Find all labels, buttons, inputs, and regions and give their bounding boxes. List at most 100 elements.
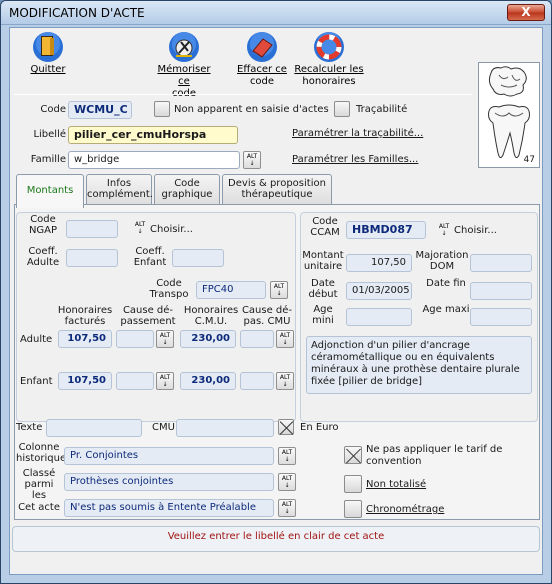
tracabilite-checkbox[interactable] [334, 101, 350, 117]
classe-alt-button[interactable]: ALT ↓ [278, 473, 296, 491]
ngap-choisir-link[interactable]: Choisir... [150, 224, 193, 235]
recalc-label-2: honoraires [302, 76, 356, 87]
recalc-label-1: Recalculer les [294, 64, 364, 75]
cet-acte-field[interactable]: N'est pas soumis à Entente Préalable [64, 499, 274, 517]
cet-acte-alt-button[interactable]: ALT ↓ [278, 499, 296, 517]
enfant-cmu-field[interactable]: 230,00 [180, 372, 236, 390]
tab-infos[interactable]: Infos complément. [86, 174, 153, 204]
non-apparent-label: Non apparent en saisie d'actes [174, 104, 329, 115]
ngap-alt-button[interactable]: ALT ↓ [134, 221, 146, 235]
adulte-cmu-field[interactable]: 230,00 [180, 330, 236, 348]
code-ccam-field[interactable]: HBMD087 [346, 221, 426, 239]
save-label-1: Mémoriser ce [157, 64, 211, 87]
arrow-down-icon: ↓ [441, 230, 447, 237]
age-maxi-field[interactable] [470, 308, 532, 326]
alt-label: ALT [246, 153, 258, 160]
en-euro-label: En Euro [300, 422, 339, 433]
col-honoraires-factures: Honoraires facturés [57, 305, 113, 327]
texte-field[interactable] [46, 419, 142, 437]
tracabilite-label: Traçabilité [356, 104, 408, 115]
erase-label-2: code [249, 76, 275, 87]
save-icon [169, 32, 199, 62]
alt-label: ALT [281, 475, 293, 482]
ccam-choisir-link[interactable]: Choisir... [454, 225, 497, 236]
alt-label: ALT [438, 223, 450, 230]
date-debut-field[interactable]: 01/03/2005 [346, 282, 412, 300]
recalc-button[interactable]: Recalculer les honoraires [292, 30, 366, 88]
code-transpo-field[interactable]: FPC40 [196, 281, 266, 299]
age-mini-label: Age mini [312, 304, 334, 326]
coeff-adulte-field[interactable] [66, 249, 118, 267]
arrow-down-icon: ↓ [276, 290, 282, 297]
en-euro-checkbox[interactable] [278, 419, 294, 435]
coeff-enfant-field[interactable] [172, 249, 224, 267]
alt-label: ALT [281, 501, 293, 508]
window-title: MODIFICATION D'ACTE [9, 6, 145, 20]
date-fin-field[interactable] [470, 282, 532, 300]
cmu-field[interactable] [176, 419, 274, 437]
enfant-cause-alt-button[interactable]: ALT ↓ [156, 372, 174, 390]
transpo-alt-button[interactable]: ALT ↓ [270, 281, 288, 299]
libelle-field[interactable]: pilier_cer_cmuHorspa [68, 126, 238, 144]
erase-label-1: Effacer ce [237, 64, 287, 75]
tooth-number: 47 [523, 155, 535, 165]
classe-parmi-label: Classé parmi les [22, 468, 56, 501]
arrow-down-icon: ↓ [282, 381, 288, 388]
montant-field[interactable]: 107,50 [346, 254, 412, 272]
non-totalise-checkbox[interactable] [344, 475, 362, 493]
enfant-honoraires-field[interactable]: 107,50 [58, 372, 112, 390]
alt-label: ALT [273, 283, 285, 290]
tab-montants[interactable]: Montants [16, 174, 84, 208]
adulte-label: Adulte [20, 334, 53, 345]
arrow-down-icon: ↓ [162, 381, 168, 388]
alt-label: ALT [279, 374, 291, 381]
alt-label: ALT [281, 449, 293, 456]
colonne-alt-button[interactable]: ALT ↓ [278, 447, 296, 465]
libelle-label: Libellé [33, 129, 66, 140]
adulte-cause-field[interactable] [116, 330, 154, 348]
ne-pas-appliquer-checkbox[interactable] [344, 446, 362, 464]
adulte-cause-alt-button[interactable]: ALT ↓ [156, 330, 174, 348]
non-totalise-label: Non totalisé [366, 479, 427, 490]
title-bar[interactable]: MODIFICATION D'ACTE X [1, 1, 551, 25]
tab-devis[interactable]: Devis & proposition thérapeutique [222, 174, 332, 204]
non-apparent-checkbox[interactable] [154, 101, 170, 117]
status-bar: Veuillez entrer le libellé en clair de c… [12, 526, 540, 552]
tab-devis-label: Devis & proposition thérapeutique [228, 178, 326, 200]
age-mini-field[interactable] [346, 308, 412, 326]
param-familles-link[interactable]: Paramétrer les Familles... [292, 154, 418, 165]
col-cause-depas-cmu: Cause dé-pas. CMU [241, 305, 293, 327]
code-field[interactable]: WCMU_C [68, 101, 132, 119]
enfant-cause-field[interactable] [116, 372, 154, 390]
erase-code-button[interactable]: Effacer ce code [232, 30, 292, 88]
save-code-button[interactable]: Mémoriser ce code [154, 30, 214, 100]
adulte-honoraires-field[interactable]: 107,50 [58, 330, 112, 348]
close-button[interactable]: X [507, 4, 545, 21]
tab-code-graphique[interactable]: Code graphique [154, 174, 220, 204]
majoration-field[interactable] [470, 254, 532, 272]
param-tracabilite-link[interactable]: Paramétrer la traçabilité... [292, 128, 423, 139]
enfant-cause-cmu-alt-button[interactable]: ALT ↓ [276, 372, 294, 390]
chronometrage-checkbox[interactable] [344, 500, 362, 518]
classe-parmi-field[interactable]: Prothèses conjointes [64, 473, 274, 491]
colonne-historique-field[interactable]: Pr. Conjointes [64, 447, 274, 465]
code-ngap-field[interactable] [66, 220, 118, 238]
arrow-down-icon: ↓ [284, 508, 290, 515]
quit-label: Quitter [30, 64, 66, 75]
window: MODIFICATION D'ACTE X Quitter Mémoriser … [0, 0, 552, 584]
adulte-cause-cmu-field[interactable] [240, 330, 274, 348]
tab-code-graphique-label: Code graphique [161, 178, 213, 200]
coeff-enfant-label: Coeff. Enfant [133, 246, 167, 268]
arrow-down-icon: ↓ [284, 482, 290, 489]
ccam-description[interactable]: Adjonction d'un pilier d'ancrage céramom… [306, 336, 532, 394]
adulte-cause-cmu-alt-button[interactable]: ALT ↓ [276, 330, 294, 348]
enfant-cause-cmu-field[interactable] [240, 372, 274, 390]
famille-alt-button[interactable]: ALT ↓ [243, 151, 261, 169]
arrow-down-icon: ↓ [284, 456, 290, 463]
quit-button[interactable]: Quitter [28, 30, 68, 76]
ccam-alt-button[interactable]: ALT ↓ [438, 223, 450, 237]
majoration-label: Majoration DOM [415, 250, 469, 272]
code-ccam-label: Code CCAM [310, 216, 340, 238]
famille-field[interactable]: w_bridge [68, 151, 240, 169]
alt-label: ALT [279, 332, 291, 339]
